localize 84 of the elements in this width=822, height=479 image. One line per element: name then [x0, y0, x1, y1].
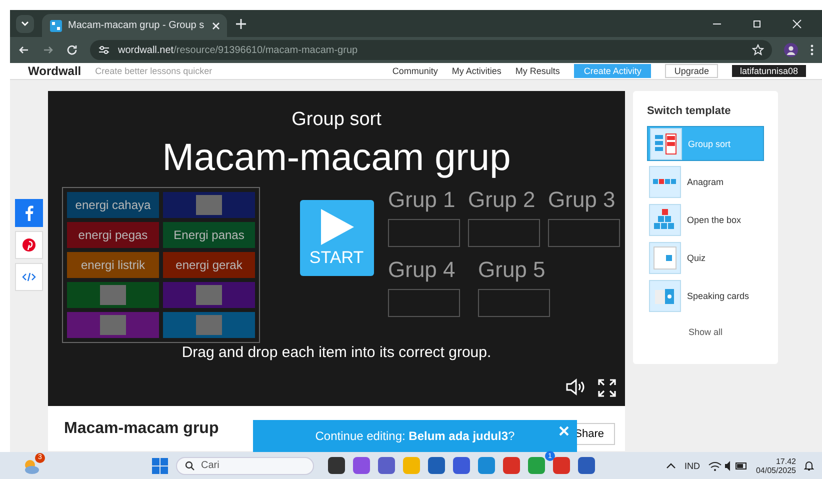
windows-start-icon[interactable] — [152, 458, 168, 474]
taskbar-search-field[interactable]: Cari — [176, 456, 314, 474]
drop-slot — [478, 289, 550, 317]
taskbar-app-icon[interactable] — [428, 457, 445, 474]
user-menu[interactable]: latifatunnisa08 — [732, 65, 806, 77]
taskbar-app-icon[interactable] — [453, 457, 470, 474]
url-text: wordwall.net/resource/91396610/macam-macam-grup — [118, 44, 358, 56]
show-all-link[interactable]: Show all — [682, 326, 729, 338]
nav-link[interactable]: My Activities — [452, 66, 502, 76]
nav-link[interactable]: My Results — [515, 66, 560, 76]
upgrade-button[interactable]: Upgrade — [665, 64, 718, 78]
site-favicon-icon — [50, 20, 62, 32]
reload-icon[interactable] — [66, 44, 78, 56]
bookmark-star-icon[interactable] — [752, 44, 764, 56]
pin-icon — [22, 238, 36, 252]
browser-tab[interactable]: Macam-macam grup - Group s — [42, 14, 227, 37]
fullscreen-icon[interactable] — [597, 378, 617, 398]
drop-slot — [468, 219, 540, 247]
drop-slot — [388, 219, 460, 247]
profile-avatar-icon[interactable] — [784, 43, 798, 57]
word-tile: energi pegas — [67, 222, 159, 248]
template-thumbnail-icon — [649, 166, 681, 198]
template-thumbnail-icon — [649, 280, 681, 312]
facebook-icon — [24, 205, 34, 221]
template-item[interactable]: Quiz — [647, 240, 764, 275]
activity-heading: Macam-macam grup — [64, 420, 219, 438]
new-tab-icon[interactable] — [235, 18, 247, 30]
group-heading: Grup 1 — [388, 187, 456, 213]
word-tile: energi listrik — [67, 252, 159, 278]
template-thumbnail-icon — [649, 204, 681, 236]
picture-placeholder-icon — [196, 195, 222, 215]
word-tile: Energi panas — [163, 222, 255, 248]
picture-placeholder-icon — [196, 285, 222, 305]
site-settings-icon[interactable] — [98, 44, 110, 56]
panel-title: Switch template — [647, 105, 732, 117]
taskbar-app-icon[interactable] — [328, 457, 345, 474]
group-heading: Grup 2 — [468, 187, 536, 213]
pinterest-share-button[interactable] — [15, 231, 43, 259]
template-thumbnail-icon — [649, 242, 681, 274]
forward-icon[interactable] — [42, 44, 54, 56]
word-tile: energi cahaya — [67, 192, 159, 218]
drop-slot — [548, 219, 620, 247]
word-tile: energi gerak — [163, 252, 255, 278]
search-icon — [185, 460, 195, 470]
template-item[interactable]: Anagram — [647, 164, 764, 199]
code-icon — [22, 272, 36, 282]
chevron-up-icon[interactable] — [666, 462, 676, 470]
system-tray-icons-drawing[interactable] — [708, 460, 748, 472]
address-bar[interactable]: wordwall.net/resource/91396610/macam-macam-grup — [90, 40, 772, 60]
instruction-text: Drag and drop each item into its correct group. — [182, 344, 492, 361]
picture-placeholder-icon — [100, 315, 126, 335]
speaker-icon[interactable] — [565, 378, 585, 396]
group-heading: Grup 3 — [548, 187, 616, 213]
taskbar-app-icon[interactable] — [378, 457, 395, 474]
close-window-icon[interactable] — [790, 16, 804, 30]
chevron-down-icon — [21, 20, 29, 26]
close-icon[interactable] — [210, 20, 222, 32]
drop-slot — [388, 289, 460, 317]
template-name: Group sort — [292, 109, 382, 131]
site-logo[interactable]: Wordwall — [28, 64, 82, 78]
picture-placeholder-icon — [196, 315, 222, 335]
search-placeholder: Cari — [201, 460, 220, 471]
activity-title: Macam-macam grup — [162, 137, 511, 180]
group-heading: Grup 4 — [388, 257, 456, 283]
bell-icon[interactable] — [804, 460, 814, 471]
site-tagline: Create better lessons quicker — [95, 66, 212, 76]
clock-date: 04/05/2025 — [756, 466, 796, 474]
play-icon — [318, 208, 354, 246]
facebook-share-button[interactable] — [15, 199, 43, 227]
language-indicator[interactable]: IND — [684, 460, 700, 470]
picture-placeholder-icon — [100, 285, 126, 305]
template-item[interactable]: Open the box — [647, 202, 764, 237]
group-heading: Grup 5 — [478, 257, 546, 283]
template-item[interactable]: Speaking cards — [647, 278, 764, 313]
menu-icon[interactable] — [810, 44, 814, 56]
back-icon[interactable] — [18, 44, 30, 56]
template-thumbnail-icon — [650, 128, 682, 160]
taskbar-app-icon[interactable] — [578, 457, 595, 474]
embed-button[interactable] — [15, 263, 43, 291]
clock-time: 17.42 — [776, 456, 796, 466]
banner-text: Continue editing: Belum ada judul3? — [315, 429, 515, 443]
nav-link[interactable]: Community — [392, 66, 438, 76]
tab-title: Macam-macam grup - Group s — [68, 20, 204, 31]
tab-search-button[interactable] — [16, 14, 34, 32]
